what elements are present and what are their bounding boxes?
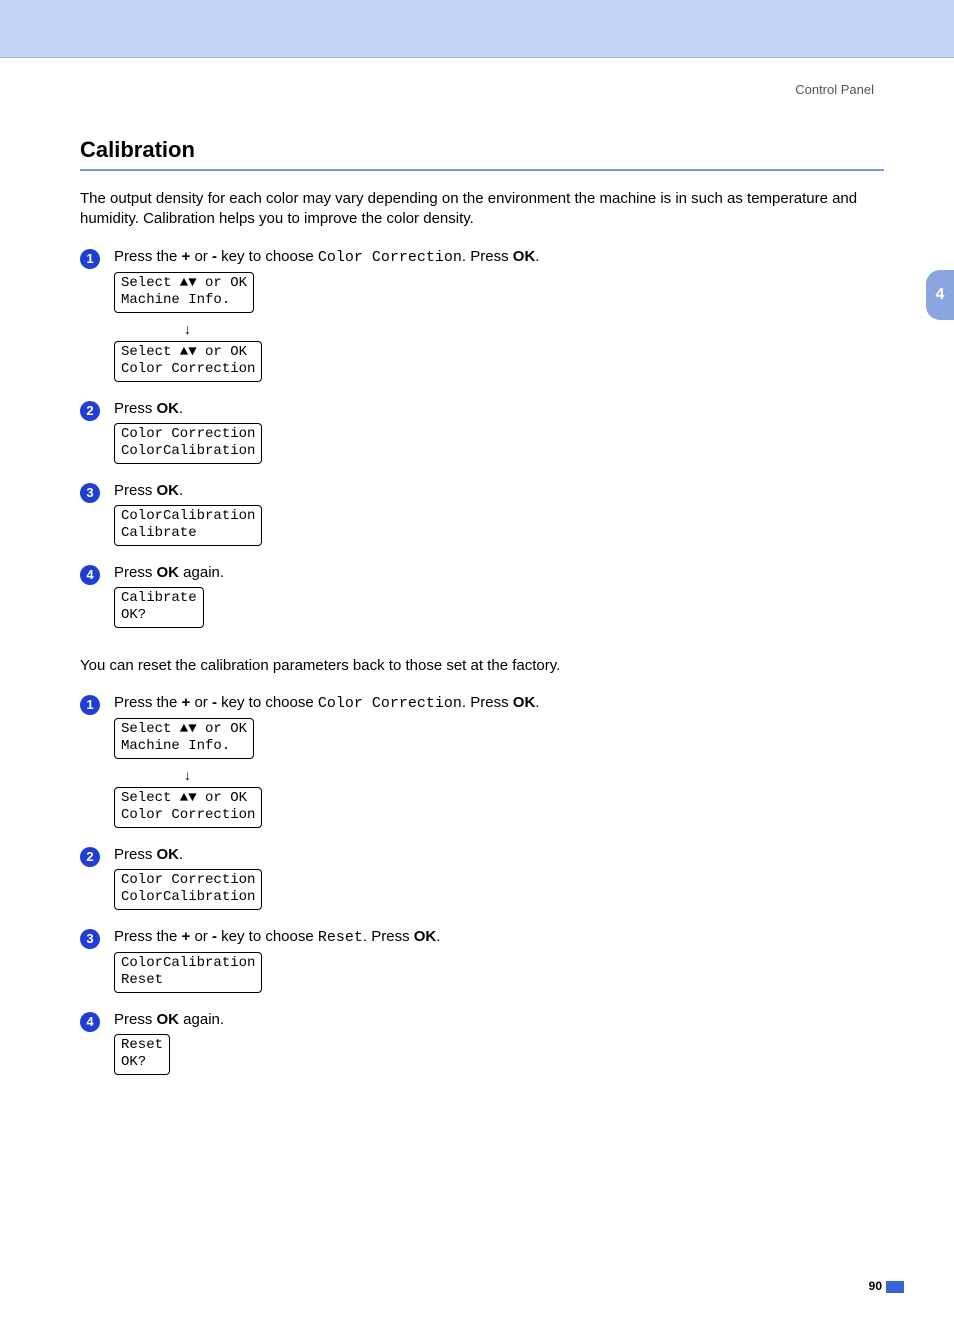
step-a3: 3 Press OK. ColorCalibration Calibrate — [80, 482, 884, 560]
step-text: Press OK again. — [114, 564, 884, 581]
step-number-icon: 3 — [80, 929, 100, 949]
section-rule — [80, 169, 884, 171]
down-arrow-icon: ↓ — [184, 321, 884, 337]
page-number-bar — [886, 1281, 904, 1293]
page-content: Control Panel Calibration The output den… — [0, 58, 954, 1323]
section-title: Calibration — [80, 137, 884, 163]
step-a2: 2 Press OK. Color Correction ColorCalibr… — [80, 400, 884, 478]
lcd-display: Select ▲▼ or OK Machine Info. — [114, 272, 254, 313]
step-b3: 3 Press the + or - key to choose Reset. … — [80, 928, 884, 1007]
step-b4: 4 Press OK again. Reset OK? — [80, 1011, 884, 1089]
reset-paragraph: You can reset the calibration parameters… — [80, 656, 884, 676]
lcd-display: ColorCalibration Calibrate — [114, 505, 262, 546]
lcd-display: Color Correction ColorCalibration — [114, 869, 262, 910]
step-text: Press the + or - key to choose Color Cor… — [114, 248, 884, 266]
step-number-icon: 3 — [80, 483, 100, 503]
step-text: Press the + or - key to choose Color Cor… — [114, 694, 884, 712]
lcd-display: Select ▲▼ or OK Color Correction — [114, 787, 262, 828]
lcd-display: Reset OK? — [114, 1034, 170, 1075]
lcd-display: Color Correction ColorCalibration — [114, 423, 262, 464]
step-a1: 1 Press the + or - key to choose Color C… — [80, 248, 884, 396]
step-number-icon: 2 — [80, 847, 100, 867]
step-text: Press OK. — [114, 846, 884, 863]
intro-paragraph: The output density for each color may va… — [80, 189, 884, 230]
lcd-display: Select ▲▼ or OK Color Correction — [114, 341, 262, 382]
step-number-icon: 1 — [80, 249, 100, 269]
step-a4: 4 Press OK again. Calibrate OK? — [80, 564, 884, 642]
step-number-icon: 4 — [80, 565, 100, 585]
step-b1: 1 Press the + or - key to choose Color C… — [80, 694, 884, 842]
step-b2: 2 Press OK. Color Correction ColorCalibr… — [80, 846, 884, 924]
lcd-display: ColorCalibration Reset — [114, 952, 262, 993]
step-number-icon: 4 — [80, 1012, 100, 1032]
down-arrow-icon: ↓ — [184, 767, 884, 783]
page-number: 90 — [869, 1279, 882, 1293]
step-text: Press the + or - key to choose Reset. Pr… — [114, 928, 884, 946]
lcd-display: Calibrate OK? — [114, 587, 204, 628]
top-banner — [0, 0, 954, 58]
breadcrumb: Control Panel — [80, 82, 874, 97]
step-number-icon: 1 — [80, 695, 100, 715]
lcd-display: Select ▲▼ or OK Machine Info. — [114, 718, 254, 759]
step-text: Press OK. — [114, 482, 884, 499]
step-text: Press OK. — [114, 400, 884, 417]
step-number-icon: 2 — [80, 401, 100, 421]
step-text: Press OK again. — [114, 1011, 884, 1028]
